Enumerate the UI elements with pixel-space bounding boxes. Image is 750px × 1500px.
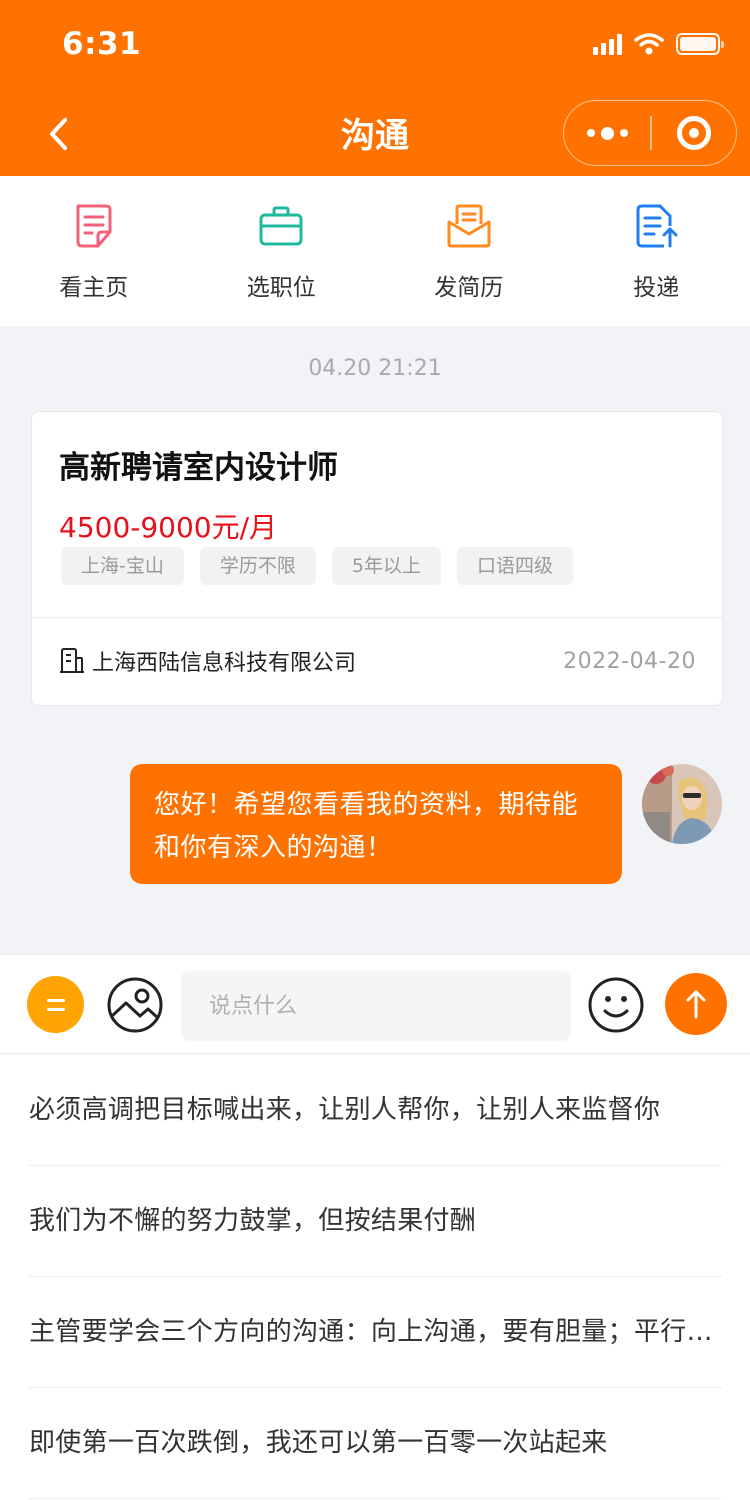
- job-salary: 4500-9000元/月: [59, 511, 278, 544]
- quick-action-jobs[interactable]: 选职位: [188, 176, 376, 326]
- quick-action-send-resume[interactable]: 发简历: [375, 176, 563, 326]
- message-bubble: 您好！希望您看看我的资料，期待能和你有深入的沟通！: [130, 764, 622, 884]
- job-tag: 学历不限: [199, 547, 316, 585]
- quick-phrase-list: 必须高调把目标喊出来，让别人帮你，让别人来监督你 我们为不懈的努力鼓掌，但按结果…: [0, 1055, 750, 1500]
- header: 6:31 沟通: [0, 0, 750, 176]
- wifi-icon: [634, 33, 664, 55]
- job-tag: 口语四级: [456, 547, 573, 585]
- envelope-resume-icon: [447, 204, 491, 248]
- input-bar: [0, 954, 750, 1054]
- quick-phrase-item[interactable]: 主管要学会三个方向的沟通：向上沟通，要有胆量；平行沟通，要有肚量；向下沟通，要有…: [29, 1277, 722, 1388]
- quick-action-deliver[interactable]: 投递: [563, 176, 750, 326]
- quick-phrase-item[interactable]: 即使第一百次跌倒，我还可以第一百零一次站起来: [29, 1388, 722, 1499]
- job-card-divider: [32, 617, 722, 618]
- job-title: 高新聘请室内设计师: [59, 450, 338, 486]
- quick-action-bar: 看主页 选职位 发简历 投递: [0, 176, 750, 326]
- arrow-up-icon: [686, 990, 706, 1019]
- job-card[interactable]: 高新聘请室内设计师 4500-9000元/月 上海-宝山 学历不限 5年以上 口…: [31, 411, 723, 706]
- image-icon[interactable]: [106, 976, 164, 1034]
- user-avatar-image: [642, 764, 722, 844]
- briefcase-icon: [259, 206, 303, 246]
- signal-icon: [593, 33, 622, 55]
- target-icon: [676, 116, 711, 150]
- emoji-icon[interactable]: [587, 976, 645, 1034]
- building-icon: [60, 648, 84, 673]
- job-date: 2022-04-20: [563, 649, 696, 674]
- company-name: 上海西陆信息科技有限公司: [92, 651, 357, 676]
- status-time: 6:31: [62, 26, 142, 62]
- avatar[interactable]: [642, 764, 722, 844]
- quick-action-label: 选职位: [246, 275, 316, 301]
- quick-phrase-item[interactable]: 必须高调把目标喊出来，让别人帮你，让别人来监督你: [29, 1055, 722, 1166]
- quick-action-label: 发简历: [434, 275, 504, 301]
- quick-phrase-item[interactable]: 我们为不懈的努力鼓掌，但按结果付酬: [29, 1166, 722, 1277]
- close-button[interactable]: [652, 101, 737, 165]
- quick-action-home[interactable]: 看主页: [0, 176, 188, 326]
- company-row: 上海西陆信息科技有限公司: [60, 645, 356, 677]
- status-icons: [593, 32, 724, 56]
- job-tag: 上海-宝山: [61, 547, 184, 585]
- chat-timestamp: 04.20 21:21: [308, 356, 442, 381]
- job-tags: 上海-宝山 学历不限 5年以上 口语四级: [61, 547, 573, 585]
- send-button[interactable]: [665, 973, 727, 1035]
- job-tag: 5年以上: [331, 547, 441, 585]
- quick-action-label: 看主页: [59, 275, 129, 301]
- quick-phrase-toggle-button[interactable]: [27, 976, 84, 1033]
- mini-program-capsule: [563, 100, 737, 166]
- battery-icon: [676, 33, 724, 55]
- more-button[interactable]: [564, 101, 650, 165]
- quick-action-label: 投递: [633, 275, 680, 301]
- resume-doc-icon: [76, 204, 112, 248]
- deliver-doc-icon: [636, 204, 678, 248]
- message-input[interactable]: [181, 971, 571, 1041]
